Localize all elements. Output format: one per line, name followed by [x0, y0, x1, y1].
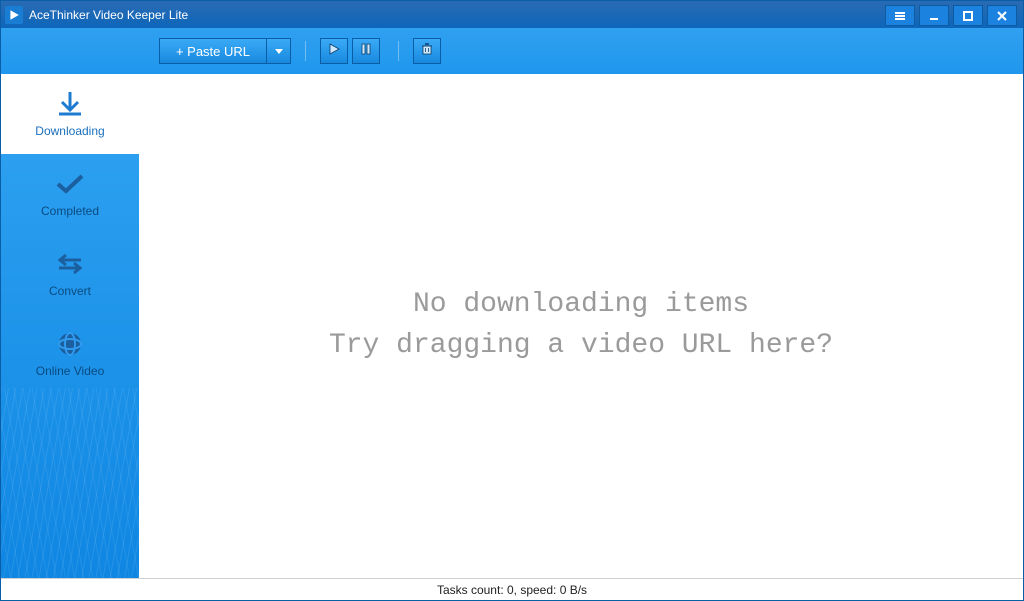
pause-icon [359, 42, 373, 61]
sidebar-item-label: Online Video [36, 364, 105, 378]
paste-url-button[interactable]: + Paste URL [159, 38, 267, 64]
app-title: AceThinker Video Keeper Lite [29, 8, 188, 22]
maximize-button[interactable] [953, 5, 983, 26]
check-icon [52, 170, 88, 198]
empty-state-line2: Try dragging a video URL here? [329, 326, 833, 367]
status-bar: Tasks count: 0, speed: 0 B/s [1, 578, 1023, 600]
paste-url-group: + Paste URL [159, 38, 291, 64]
close-button[interactable] [987, 5, 1017, 26]
delete-button[interactable] [413, 38, 441, 64]
status-text: Tasks count: 0, speed: 0 B/s [437, 583, 587, 597]
toolbar-separator [398, 41, 399, 61]
app-window: AceThinker Video Keeper Lite + Paste URL [0, 0, 1024, 601]
sidebar-item-online-video[interactable]: Online Video [1, 314, 139, 394]
play-icon [327, 42, 341, 61]
sidebar-item-label: Completed [41, 204, 99, 218]
paste-url-dropdown[interactable] [267, 38, 291, 64]
empty-state: No downloading items Try dragging a vide… [329, 285, 833, 366]
titlebar: AceThinker Video Keeper Lite [1, 1, 1023, 28]
globe-icon [52, 330, 88, 358]
sidebar-item-label: Downloading [35, 124, 104, 138]
toolbar: + Paste URL [1, 28, 1023, 74]
sidebar-item-convert[interactable]: Convert [1, 234, 139, 314]
swap-arrows-icon [52, 250, 88, 278]
body: Downloading Completed Convert Online Vid… [1, 74, 1023, 578]
pause-button[interactable] [352, 38, 380, 64]
download-icon [52, 90, 88, 118]
menu-button[interactable] [885, 5, 915, 26]
sidebar-item-label: Convert [49, 284, 91, 298]
start-button[interactable] [320, 38, 348, 64]
app-logo-icon [5, 6, 23, 24]
main-area[interactable]: No downloading items Try dragging a vide… [139, 74, 1023, 578]
toolbar-separator [305, 41, 306, 61]
sidebar-item-downloading[interactable]: Downloading [1, 74, 139, 154]
minimize-button[interactable] [919, 5, 949, 26]
sidebar-item-completed[interactable]: Completed [1, 154, 139, 234]
sidebar: Downloading Completed Convert Online Vid… [1, 74, 139, 578]
empty-state-line1: No downloading items [329, 285, 833, 326]
trash-icon [420, 42, 434, 61]
